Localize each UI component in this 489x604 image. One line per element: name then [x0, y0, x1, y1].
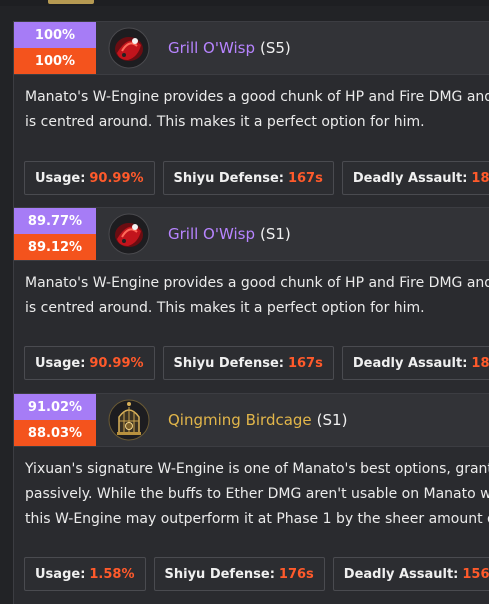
shiyu-defense-stat: Shiyu Defense: 176s	[153, 557, 325, 591]
grill-owisp-weapon-icon	[108, 213, 150, 255]
deadly-assault-stat: Deadly Assault: 15638	[332, 557, 489, 591]
stat-value: 167s	[287, 355, 323, 371]
card-header: 89.77% 89.12% Grill O'Wisp (S1)	[14, 208, 489, 261]
stat-value: 15638	[462, 566, 489, 582]
shiyu-defense-stat: Shiyu Defense: 167s	[162, 346, 334, 380]
stats-row: Usage: 90.99% Shiyu Defense: 167s Deadly…	[24, 346, 489, 380]
stat-value: 167s	[287, 170, 323, 186]
grill-owisp-weapon-icon	[108, 27, 150, 69]
qingming-birdcage-weapon-icon	[108, 399, 150, 441]
refinement-tag: (S5)	[260, 39, 291, 57]
stat-label: Shiyu Defense:	[164, 566, 275, 582]
refinement-tag: (S1)	[260, 225, 291, 243]
percent-bottom-badge: 100%	[14, 48, 96, 74]
deadly-assault-stat: Deadly Assault: 18324	[341, 161, 489, 195]
usage-stat: Usage: 90.99%	[24, 161, 155, 195]
usage-stat: Usage: 90.99%	[24, 346, 155, 380]
weapon-name-link[interactable]: Grill O'Wisp	[168, 39, 255, 57]
weapon-title: Grill O'Wisp (S5)	[168, 22, 291, 74]
card-header: 100% 100% Grill O'Wisp (S5)	[14, 22, 489, 75]
stat-label: Shiyu Defense:	[173, 170, 284, 186]
description-line: this W-Engine may outperform it at Phase…	[25, 511, 489, 527]
percent-bottom-badge: 89.12%	[14, 234, 96, 260]
stat-value: 90.99%	[89, 355, 144, 371]
w-engine-card: 91.02% 88.03% Qingming Birdcage (S1) Yix…	[13, 393, 489, 604]
top-scroll-strip	[0, 0, 489, 6]
weapon-description: Manato's W-Engine provides a good chunk …	[14, 75, 489, 135]
stat-value: 18324	[471, 170, 489, 186]
description-line: Manato's W-Engine provides a good chunk …	[25, 275, 489, 291]
refinement-tag: (S1)	[316, 411, 348, 429]
description-line: is centred around. This makes it a perfe…	[25, 300, 425, 316]
stat-label: Usage:	[35, 170, 86, 186]
description-line: is centred around. This makes it a perfe…	[25, 114, 425, 130]
stat-label: Deadly Assault:	[352, 355, 468, 371]
stats-row: Usage: 1.58% Shiyu Defense: 176s Deadly …	[24, 557, 489, 591]
description-line: Yixuan's signature W-Engine is one of Ma…	[25, 461, 489, 477]
percent-top-badge: 91.02%	[14, 394, 96, 420]
percent-top-badge: 100%	[14, 22, 96, 48]
shiyu-defense-stat: Shiyu Defense: 167s	[162, 161, 334, 195]
stat-label: Usage:	[35, 355, 86, 371]
percent-bottom-badge: 88.03%	[14, 420, 96, 446]
stat-value: 176s	[278, 566, 314, 582]
weapon-description: Manato's W-Engine provides a good chunk …	[14, 261, 489, 321]
stat-value: 90.99%	[89, 170, 144, 186]
weapon-name-link[interactable]: Grill O'Wisp	[168, 225, 255, 243]
usage-stat: Usage: 1.58%	[24, 557, 146, 591]
percent-top-badge: 89.77%	[14, 208, 96, 234]
weapon-name-link[interactable]: Qingming Birdcage	[168, 411, 312, 429]
stat-label: Deadly Assault:	[343, 566, 459, 582]
stat-value: 18324	[471, 355, 489, 371]
stat-label: Usage:	[35, 566, 86, 582]
stat-value: 1.58%	[89, 566, 135, 582]
w-engine-card: 89.77% 89.12% Grill O'Wisp (S1) Manato's…	[13, 207, 489, 393]
weapon-title: Qingming Birdcage (S1)	[168, 394, 347, 446]
deadly-assault-stat: Deadly Assault: 18324	[341, 346, 489, 380]
previous-item-thumbnail	[48, 0, 94, 4]
stat-label: Shiyu Defense:	[173, 355, 284, 371]
w-engine-card: 100% 100% Grill O'Wisp (S5) Manato's W-E…	[13, 21, 489, 207]
weapon-description: Yixuan's signature W-Engine is one of Ma…	[14, 447, 489, 532]
weapon-title: Grill O'Wisp (S1)	[168, 208, 291, 260]
card-header: 91.02% 88.03% Qingming Birdcage (S1)	[14, 394, 489, 447]
stats-row: Usage: 90.99% Shiyu Defense: 167s Deadly…	[24, 161, 489, 195]
stat-label: Deadly Assault:	[352, 170, 468, 186]
description-line: Manato's W-Engine provides a good chunk …	[25, 89, 489, 105]
description-line: passively. While the buffs to Ether DMG …	[25, 486, 489, 502]
